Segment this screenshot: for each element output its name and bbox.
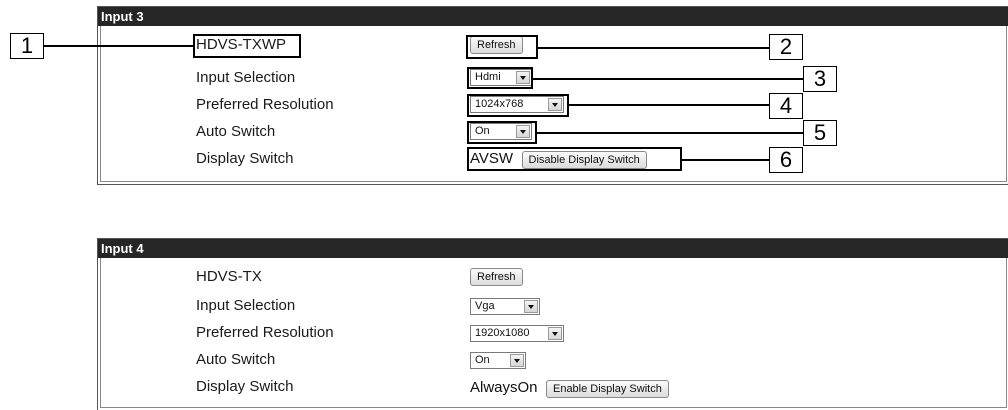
input-selection-select[interactable]: Vga: [470, 298, 540, 316]
display-switch-label: Display Switch: [196, 378, 294, 395]
chevron-down-icon: [510, 354, 524, 368]
display-switch-status: AlwaysOn: [470, 379, 538, 396]
auto-switch-row: Auto Switch On: [98, 350, 1008, 372]
device-name: HDVS-TX: [196, 268, 262, 285]
selected-value: On: [475, 354, 490, 367]
selected-value: 1920x1080: [475, 327, 530, 340]
preferred-resolution-label: Preferred Resolution: [196, 324, 334, 341]
preferred-resolution-label: Preferred Resolution: [196, 96, 334, 113]
auto-switch-label: Auto Switch: [196, 123, 276, 140]
device-row: HDVS-TX Refresh: [98, 267, 1008, 289]
preferred-resolution-row: Preferred Resolution 1920x1080: [98, 323, 1008, 345]
callout-number-1: 1: [10, 33, 44, 59]
auto-switch-select[interactable]: On: [470, 352, 526, 370]
callout-line-3: [533, 78, 803, 80]
callout-line-2: [538, 47, 769, 49]
panel-title: Input 4: [98, 239, 1008, 258]
callout-highlight-refresh: [466, 35, 538, 59]
input-selection-row: Input Selection Vga: [98, 296, 1008, 318]
chevron-down-icon: [548, 327, 562, 341]
panel-title: Input 3: [98, 7, 1008, 26]
callout-line-4: [569, 104, 769, 106]
display-switch-label: Display Switch: [196, 150, 294, 167]
callout-number-2: 2: [769, 34, 803, 60]
callout-highlight-input-selection: [467, 67, 533, 89]
input-selection-label: Input Selection: [196, 297, 296, 314]
callout-number-3: 3: [803, 66, 837, 92]
chevron-down-icon: [524, 300, 538, 314]
callout-highlight-device: [193, 34, 301, 58]
input-selection-label: Input Selection: [196, 69, 296, 86]
auto-switch-label: Auto Switch: [196, 351, 276, 368]
callout-highlight-display-switch: [467, 147, 682, 171]
input-4-panel: Input 4 HDVS-TX Refresh Input Selection …: [97, 238, 1008, 410]
callout-number-5: 5: [803, 120, 837, 146]
callout-line-6: [682, 159, 769, 161]
callout-highlight-auto-switch: [467, 121, 537, 144]
enable-display-switch-button[interactable]: Enable Display Switch: [545, 380, 669, 399]
callout-number-6: 6: [769, 147, 803, 173]
preferred-resolution-select[interactable]: 1920x1080: [470, 325, 564, 343]
refresh-button[interactable]: Refresh: [470, 268, 523, 286]
display-switch-row: Display Switch AlwaysOn Enable Display S…: [98, 377, 1008, 399]
callout-line-1: [44, 45, 193, 47]
callout-highlight-resolution: [467, 94, 569, 117]
selected-value: Vga: [475, 300, 495, 313]
callout-line-5: [537, 132, 803, 134]
callout-number-4: 4: [769, 93, 803, 119]
